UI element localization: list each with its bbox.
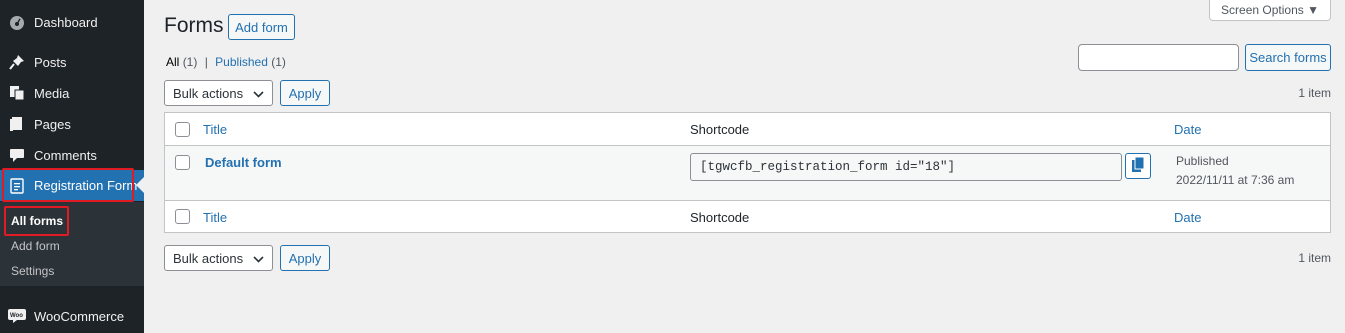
search-forms-button[interactable]: Search forms [1245, 44, 1331, 71]
highlight-frame-all-forms [4, 206, 69, 236]
filter-published-count: (1) [271, 55, 286, 69]
column-date-footer[interactable]: Date [1174, 210, 1201, 225]
table-header-row: Title Shortcode Date [165, 113, 1330, 146]
current-menu-arrow [136, 177, 144, 193]
menu-item-media[interactable]: Media [0, 78, 144, 108]
submenu-settings[interactable]: Settings [11, 264, 54, 278]
screen-options-button[interactable]: Screen Options ▼ [1209, 0, 1331, 21]
bulk-actions-select-bottom[interactable]: Bulk actions [164, 245, 273, 271]
screen-options-label: Screen Options ▼ [1221, 3, 1319, 17]
column-title-header[interactable]: Title [203, 122, 227, 137]
menu-label: Posts [34, 54, 67, 70]
filter-all[interactable]: All [166, 55, 179, 69]
menu-item-posts[interactable]: Posts [0, 47, 144, 77]
menu-item-woocommerce[interactable]: Woo WooCommerce [0, 301, 144, 331]
shortcode-text: [tgwcfb_registration_form id="18"] [700, 160, 956, 174]
shortcode-field[interactable]: [tgwcfb_registration_form id="18"] [690, 153, 1122, 181]
copy-shortcode-button[interactable] [1125, 153, 1151, 179]
row-checkbox[interactable] [175, 155, 190, 170]
table-footer-row: Title Shortcode Date [165, 200, 1330, 233]
highlight-frame-registration [2, 168, 134, 202]
filter-published[interactable]: Published [215, 55, 268, 69]
pages-icon [8, 115, 26, 133]
bulk-actions-label: Bulk actions [173, 250, 244, 266]
select-all-checkbox-footer[interactable] [175, 209, 190, 224]
column-title-footer[interactable]: Title [203, 210, 227, 225]
admin-sidebar: Dashboard Posts Media Pages Comments Reg… [0, 0, 144, 333]
column-shortcode-header: Shortcode [690, 122, 750, 137]
chevron-down-icon [253, 86, 264, 101]
media-icon [8, 84, 26, 102]
menu-label: Media [34, 85, 70, 101]
items-count-bottom: 1 item [1298, 251, 1331, 265]
form-title-link[interactable]: Default form [205, 155, 282, 170]
menu-item-comments[interactable]: Comments [0, 140, 144, 170]
submenu-add-form[interactable]: Add form [11, 239, 60, 253]
forms-table: Title Shortcode Date Default form [tgwcf… [164, 112, 1331, 233]
svg-text:Woo: Woo [10, 313, 23, 319]
chevron-down-icon [253, 251, 264, 266]
add-form-button[interactable]: Add form [228, 14, 295, 40]
menu-item-dashboard[interactable]: Dashboard [0, 7, 144, 37]
menu-item-pages[interactable]: Pages [0, 109, 144, 139]
column-shortcode-footer: Shortcode [690, 210, 750, 225]
dashboard-icon [8, 13, 26, 31]
comment-icon [8, 146, 26, 164]
menu-label: Pages [34, 116, 71, 132]
search-input[interactable] [1078, 44, 1239, 71]
filter-separator: | [204, 55, 208, 69]
menu-label: Dashboard [34, 14, 98, 30]
table-row: Default form [tgwcfb_registration_form i… [165, 146, 1330, 200]
bulk-actions-select-top[interactable]: Bulk actions [164, 80, 273, 106]
items-count-top: 1 item [1298, 86, 1331, 100]
menu-label: WooCommerce [34, 308, 125, 324]
status-filter-links: All (1) | Published (1) [166, 55, 286, 69]
post-status: Published [1176, 154, 1229, 168]
pin-icon [8, 53, 26, 71]
apply-button-top[interactable]: Apply [280, 80, 330, 106]
filter-all-count: (1) [182, 55, 198, 69]
woocommerce-icon: Woo [8, 307, 26, 325]
copy-icon [1131, 156, 1145, 176]
main-content: Forms Add form Screen Options ▼ All (1) … [144, 0, 1345, 333]
page-title: Forms [164, 14, 224, 37]
select-all-checkbox[interactable] [175, 122, 190, 137]
column-date-header[interactable]: Date [1174, 122, 1201, 137]
menu-label: Comments [34, 147, 97, 163]
bulk-actions-label: Bulk actions [173, 85, 244, 101]
post-date: 2022/11/11 at 7:36 am [1176, 173, 1295, 187]
apply-button-bottom[interactable]: Apply [280, 245, 330, 271]
